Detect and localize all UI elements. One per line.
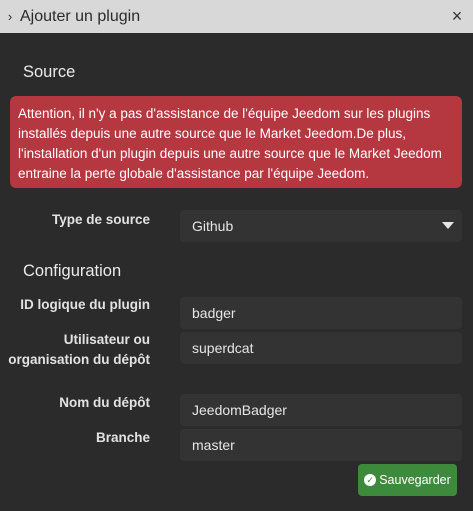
source-type-value: Github — [192, 218, 234, 234]
source-type-label: Type de source — [51, 212, 150, 227]
plugin-id-label: ID logique du plugin — [20, 297, 150, 312]
source-type-select[interactable]: Github — [180, 210, 462, 242]
source-heading: Source — [23, 63, 76, 81]
branch-label: Branche — [95, 430, 150, 445]
close-icon[interactable]: × — [447, 6, 467, 26]
save-button-label: Sauvegarder — [379, 473, 451, 487]
check-circle-icon: ✓ — [364, 474, 377, 486]
warning-alert: Attention, il n'y a pas d'assistance de … — [10, 96, 462, 188]
save-button[interactable]: ✓ Sauvegarder — [358, 464, 457, 496]
dialog-titlebar: › Ajouter un plugin × — [0, 0, 473, 33]
caret-down-icon — [442, 222, 454, 229]
branch-input[interactable]: master — [180, 429, 462, 461]
repo-owner-label: Utilisateur ou organisation du dépôt — [8, 332, 150, 367]
plugin-id-input[interactable]: badger — [180, 297, 462, 329]
dialog-title: Ajouter un plugin — [20, 7, 141, 25]
configuration-heading: Configuration — [23, 262, 122, 280]
repo-name-label: Nom du dépôt — [59, 395, 150, 410]
chevron-right-icon[interactable]: › — [0, 9, 20, 24]
repo-owner-input[interactable]: superdcat — [180, 332, 462, 364]
repo-name-input[interactable]: JeedomBadger — [180, 394, 462, 426]
